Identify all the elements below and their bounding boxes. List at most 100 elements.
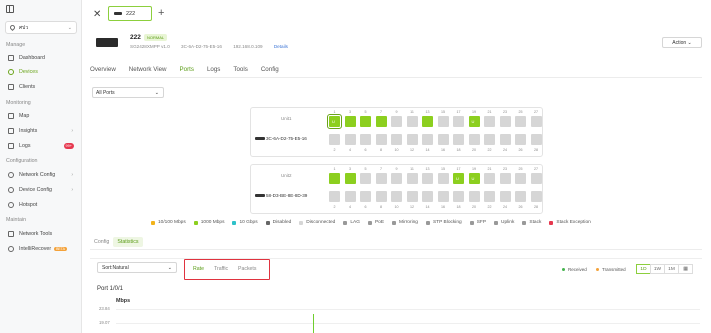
port-9[interactable]	[391, 116, 402, 127]
subtab-config[interactable]: Config	[90, 237, 113, 247]
sidebar-item-insights[interactable]: Insights ›	[5, 125, 77, 136]
port-6[interactable]	[360, 134, 371, 145]
sidebar-item-logs[interactable]: Logs 99+	[5, 140, 77, 151]
port-23[interactable]	[499, 173, 511, 184]
port-8[interactable]	[375, 134, 387, 145]
port-7[interactable]	[375, 173, 387, 184]
port-number: 8	[380, 205, 382, 209]
legend-item: Stack Exception	[549, 220, 591, 225]
port-9[interactable]	[391, 173, 402, 184]
sidebar-toggle-icon[interactable]	[6, 5, 14, 13]
chevron-down-icon: ⌄	[67, 24, 72, 31]
sidebar-item-network-tools[interactable]: Network Tools	[5, 228, 77, 239]
action-button[interactable]: Action ⌄	[662, 37, 702, 48]
port-18[interactable]	[453, 191, 464, 202]
port-5[interactable]	[360, 173, 371, 184]
port-2[interactable]	[329, 134, 340, 145]
legend-label: Stack	[529, 220, 542, 225]
status-badge: NORMAL	[144, 34, 168, 41]
port-10[interactable]	[391, 191, 402, 202]
legend-item: PoE	[367, 220, 384, 225]
metric-packets[interactable]: Packets	[238, 266, 256, 272]
port-27[interactable]	[530, 173, 542, 184]
port-14[interactable]	[422, 134, 433, 145]
calendar-icon[interactable]: ▦	[678, 264, 693, 274]
port-18[interactable]	[453, 134, 464, 145]
port-27[interactable]	[530, 116, 542, 127]
port-7[interactable]	[375, 116, 387, 127]
port-25[interactable]	[515, 173, 526, 184]
ports-filter-select[interactable]: All Ports ⌄	[92, 87, 164, 98]
range-1d[interactable]: 1D	[636, 264, 651, 274]
port-16[interactable]	[437, 191, 449, 202]
sort-select[interactable]: Sort:Natural ⌄	[97, 262, 177, 273]
port-13[interactable]	[422, 116, 433, 127]
port-11[interactable]	[406, 173, 418, 184]
uplink-icon: U	[471, 176, 475, 181]
port-22[interactable]	[484, 191, 495, 202]
site-selector[interactable]: ศปว ⌄	[5, 21, 77, 34]
port-24[interactable]	[499, 191, 511, 202]
port-21[interactable]	[484, 116, 495, 127]
device-tab[interactable]: 222	[108, 6, 152, 21]
port-28[interactable]	[530, 191, 542, 202]
legend-swatch-icon	[425, 220, 430, 225]
port-12[interactable]	[406, 191, 418, 202]
port-15[interactable]	[437, 116, 449, 127]
range-1w[interactable]: 1W	[650, 264, 665, 274]
chevron-right-icon: ›	[71, 171, 73, 178]
port-10[interactable]	[391, 134, 402, 145]
port-26[interactable]	[515, 191, 526, 202]
port-20[interactable]	[468, 191, 480, 202]
port-16[interactable]	[437, 134, 449, 145]
port-8[interactable]	[375, 191, 387, 202]
port-13[interactable]	[422, 173, 433, 184]
metric-traffic[interactable]: Traffic	[214, 266, 228, 272]
sidebar-item-dashboard[interactable]: Dashboard	[5, 52, 77, 63]
port-6[interactable]	[360, 191, 371, 202]
details-link[interactable]: Details	[274, 44, 288, 49]
port-number: 10	[394, 148, 399, 152]
close-icon[interactable]: ✕	[93, 9, 101, 20]
port-17[interactable]	[453, 116, 464, 127]
sidebar-item-devices[interactable]: Devices	[5, 66, 77, 77]
port-21[interactable]	[484, 173, 495, 184]
port-14[interactable]	[422, 191, 433, 202]
port-2[interactable]	[329, 191, 340, 202]
sidebar-item-device-config[interactable]: Device Config ›	[5, 184, 77, 195]
port-22[interactable]	[484, 134, 495, 145]
port-5[interactable]	[360, 116, 371, 127]
port-4[interactable]	[344, 191, 356, 202]
port-19[interactable]: U	[468, 173, 480, 184]
port-3[interactable]	[344, 116, 356, 127]
port-4[interactable]	[344, 134, 356, 145]
add-tab-icon[interactable]: +	[158, 7, 164, 19]
sidebar-item-hotspot[interactable]: Hotspot	[5, 199, 77, 210]
port-1[interactable]	[329, 173, 340, 184]
legend-label: STP Blocking	[432, 220, 462, 225]
port-number: 22	[487, 148, 492, 152]
port-17[interactable]: U	[453, 173, 464, 184]
port-25[interactable]	[515, 116, 526, 127]
sidebar-item-map[interactable]: Map	[5, 110, 77, 121]
legend-swatch-icon	[367, 220, 372, 225]
subtab-statistics[interactable]: Statistics	[113, 237, 143, 247]
port-26[interactable]	[515, 134, 526, 145]
port-3[interactable]	[344, 173, 356, 184]
port-28[interactable]	[530, 134, 542, 145]
sidebar-item-network-config[interactable]: Network Config ›	[5, 169, 77, 180]
port-number: 16	[441, 205, 445, 209]
port-19[interactable]: U	[468, 116, 480, 127]
port-12[interactable]	[406, 134, 418, 145]
device-model: SG2428XMPP v1.0	[130, 44, 170, 49]
sidebar-item-intellirecover[interactable]: IntelliRecover BETA	[5, 243, 77, 254]
port-23[interactable]	[499, 116, 511, 127]
port-1[interactable]: U	[327, 114, 342, 129]
range-1m[interactable]: 1M	[664, 264, 679, 274]
port-20[interactable]	[468, 134, 480, 145]
sidebar-item-clients[interactable]: Clients	[5, 81, 77, 92]
port-24[interactable]	[499, 134, 511, 145]
port-15[interactable]	[437, 173, 449, 184]
metric-rate[interactable]: Rate	[193, 266, 204, 272]
port-11[interactable]	[406, 116, 418, 127]
